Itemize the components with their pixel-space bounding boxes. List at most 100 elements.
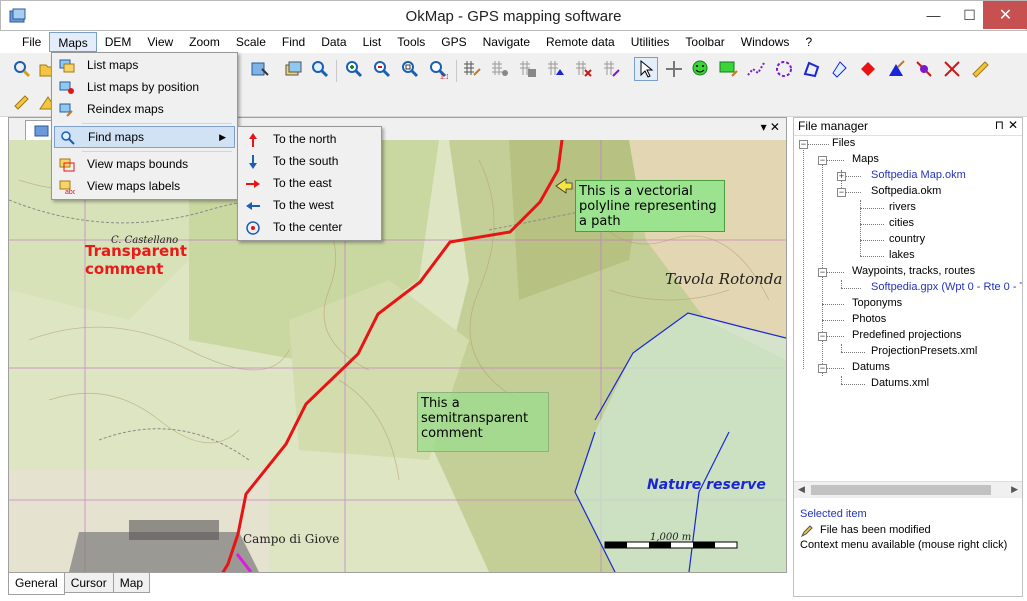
tree-item-photos[interactable]: Photos bbox=[852, 313, 886, 329]
find-maps-submenu: To the north To the south To the east To… bbox=[237, 126, 382, 241]
zoom-in-icon[interactable] bbox=[344, 59, 364, 79]
tree-item-datums-xml[interactable]: Datums.xml bbox=[871, 377, 929, 393]
tree-toggle[interactable]: − bbox=[837, 188, 846, 197]
horizontal-scrollbar[interactable]: ◀ ▶ bbox=[794, 481, 1022, 498]
tree-item-lakes[interactable]: lakes bbox=[889, 249, 915, 265]
menu-remote-data[interactable]: Remote data bbox=[538, 32, 623, 52]
zoom-out-icon[interactable] bbox=[372, 59, 392, 79]
track-edit-icon[interactable] bbox=[914, 59, 934, 79]
delete-track-icon[interactable] bbox=[942, 59, 962, 79]
menu-item-list-maps[interactable]: List maps bbox=[54, 55, 235, 77]
menu-utilities[interactable]: Utilities bbox=[623, 32, 678, 52]
tree-item-waypoints[interactable]: Waypoints, tracks, routes bbox=[852, 265, 975, 281]
menu-list[interactable]: List bbox=[355, 32, 390, 52]
close-icon[interactable]: ✕ bbox=[1008, 118, 1018, 132]
comment-icon[interactable] bbox=[718, 59, 738, 79]
map-view[interactable]: Transparent comment This a semitranspare… bbox=[9, 140, 786, 572]
menu-item-find-maps[interactable]: Find maps ▶ bbox=[54, 126, 235, 148]
ruler-icon[interactable] bbox=[970, 59, 990, 79]
tree-item-datums[interactable]: Datums bbox=[852, 361, 890, 377]
grid-route-icon[interactable] bbox=[602, 59, 622, 79]
tree-item-softpedia-okm[interactable]: Softpedia.okm bbox=[871, 185, 941, 201]
menu-gps[interactable]: GPS bbox=[433, 32, 474, 52]
menu-data[interactable]: Data bbox=[313, 32, 354, 52]
semitransparent-comment[interactable]: This a semitransparent comment bbox=[417, 392, 549, 452]
polyline-icon[interactable] bbox=[746, 59, 766, 79]
tab-general[interactable]: General bbox=[8, 573, 65, 595]
zoom-fit-icon[interactable] bbox=[400, 59, 420, 79]
vectorial-comment[interactable]: This is a vectorial polyline representin… bbox=[575, 180, 725, 232]
menu-file[interactable]: File bbox=[14, 32, 49, 52]
search-icon[interactable] bbox=[310, 59, 330, 79]
route-edit-icon[interactable] bbox=[886, 59, 906, 79]
menu-scale[interactable]: Scale bbox=[228, 32, 274, 52]
menu-tools[interactable]: Tools bbox=[389, 32, 433, 52]
tree-item-softpedia-map[interactable]: Softpedia Map.okm bbox=[871, 169, 966, 185]
tree-item-rivers[interactable]: rivers bbox=[889, 201, 916, 217]
grid-dot-icon[interactable] bbox=[490, 59, 510, 79]
grid-delete-icon[interactable] bbox=[574, 59, 594, 79]
red-diamond-icon[interactable] bbox=[858, 59, 878, 79]
list-maps-position-icon bbox=[59, 80, 75, 96]
transparent-comment[interactable]: Transparent comment bbox=[85, 242, 195, 278]
scroll-left-icon[interactable]: ◀ bbox=[798, 484, 805, 495]
reindex-icon bbox=[59, 102, 75, 118]
file-tree[interactable]: − − + − − − − Files Maps Softpedia Map.o… bbox=[794, 136, 1022, 481]
window-title: OkMap - GPS mapping software bbox=[405, 8, 622, 25]
tree-item-maps[interactable]: Maps bbox=[852, 153, 879, 169]
menu-item-to-the-south[interactable]: To the south bbox=[240, 151, 379, 173]
waypoint-icon[interactable] bbox=[830, 59, 850, 79]
tree-toggle[interactable]: − bbox=[799, 140, 808, 149]
menu-dem[interactable]: DEM bbox=[97, 32, 140, 52]
select-tool-icon[interactable] bbox=[12, 59, 32, 79]
menu-maps[interactable]: Maps bbox=[49, 32, 97, 52]
menu-item-view-maps-labels[interactable]: abc View maps labels bbox=[54, 176, 235, 198]
menu-item-to-the-north[interactable]: To the north bbox=[240, 129, 379, 151]
menu-toolbar[interactable]: Toolbar bbox=[677, 32, 732, 52]
smiley-icon[interactable] bbox=[690, 59, 710, 79]
tree-item-toponyms[interactable]: Toponyms bbox=[852, 297, 902, 313]
tree-item-projection-presets[interactable]: ProjectionPresets.xml bbox=[871, 345, 977, 361]
grid-square-icon[interactable] bbox=[518, 59, 538, 79]
tab-cursor[interactable]: Cursor bbox=[63, 573, 114, 593]
layers-icon[interactable] bbox=[283, 59, 303, 79]
map-cursor-icon[interactable] bbox=[250, 59, 270, 79]
pointer-tool-icon[interactable] bbox=[634, 57, 658, 81]
tree-toggle[interactable]: − bbox=[818, 268, 827, 277]
tree-toggle[interactable]: − bbox=[818, 156, 827, 165]
tree-toggle[interactable]: − bbox=[818, 364, 827, 373]
scroll-thumb[interactable] bbox=[811, 485, 991, 495]
menu-item-view-maps-bounds[interactable]: View maps bounds bbox=[54, 154, 235, 176]
menu-view[interactable]: View bbox=[139, 32, 181, 52]
tree-item-softpedia-gpx[interactable]: Softpedia.gpx (Wpt 0 - Rte 0 - T bbox=[871, 281, 1022, 297]
menu-find[interactable]: Find bbox=[274, 32, 313, 52]
crosshair-icon[interactable] bbox=[664, 59, 684, 79]
tab-map[interactable]: Map bbox=[112, 573, 151, 593]
tree-toggle[interactable]: + bbox=[837, 172, 846, 181]
menu-help[interactable]: ? bbox=[797, 32, 820, 52]
menu-item-reindex-maps[interactable]: Reindex maps bbox=[54, 99, 235, 121]
grid-waypoint-icon[interactable] bbox=[546, 59, 566, 79]
tree-item-projections[interactable]: Predefined projections bbox=[852, 329, 961, 345]
close-button[interactable]: ✕ bbox=[983, 1, 1027, 29]
legend-context: Context menu available (mouse right clic… bbox=[800, 539, 1008, 551]
tree-toggle[interactable]: − bbox=[818, 332, 827, 341]
tree-item-files[interactable]: Files bbox=[832, 137, 855, 153]
scroll-right-icon[interactable]: ▶ bbox=[1011, 484, 1018, 495]
map-tab-controls[interactable]: ▾ ✕ bbox=[761, 120, 780, 134]
menu-zoom[interactable]: Zoom bbox=[181, 32, 228, 52]
menu-item-to-the-center[interactable]: To the center bbox=[240, 217, 379, 239]
polygon-icon[interactable] bbox=[774, 59, 794, 79]
pin-icon[interactable]: ⊓ bbox=[995, 118, 1004, 132]
area-icon[interactable] bbox=[802, 59, 822, 79]
measure-icon[interactable] bbox=[12, 91, 32, 111]
menu-navigate[interactable]: Navigate bbox=[475, 32, 538, 52]
menu-windows[interactable]: Windows bbox=[733, 32, 798, 52]
menu-item-to-the-east[interactable]: To the east bbox=[240, 173, 379, 195]
tree-item-country[interactable]: country bbox=[889, 233, 925, 249]
grid-edit-icon[interactable] bbox=[462, 59, 482, 79]
tree-item-cities[interactable]: cities bbox=[889, 217, 914, 233]
menu-item-to-the-west[interactable]: To the west bbox=[240, 195, 379, 217]
zoom-actual-icon[interactable]: 1:1 bbox=[428, 59, 450, 81]
menu-item-list-maps-by-position[interactable]: List maps by position bbox=[54, 77, 235, 99]
